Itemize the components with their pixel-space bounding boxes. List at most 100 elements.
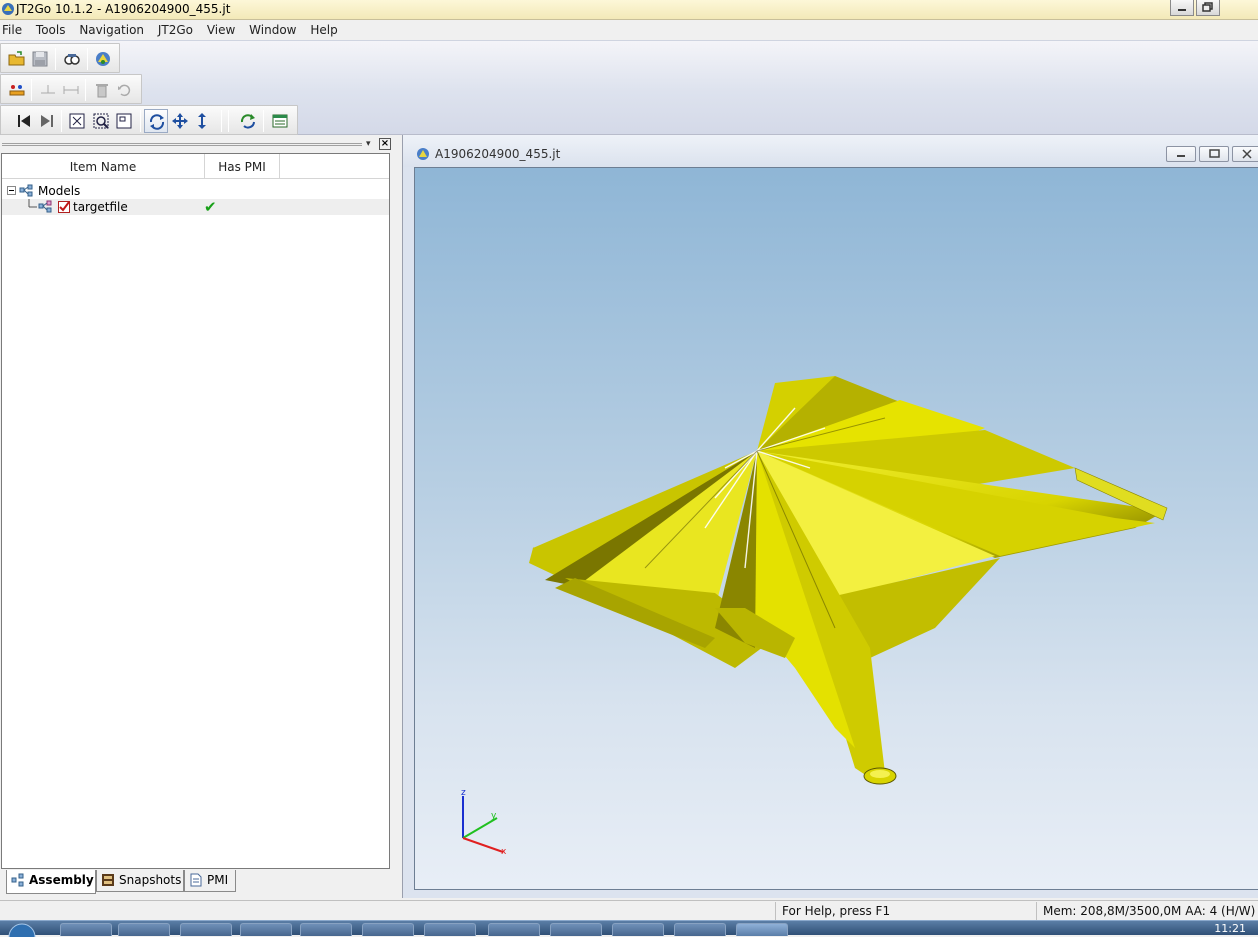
print-preview-icon[interactable] (63, 50, 81, 68)
panel-header: ▾ × (0, 137, 392, 151)
minimize-icon (1177, 155, 1185, 157)
document-title-bar: A1906204900_455.jt (403, 135, 1258, 167)
window-title: JT2Go 10.1.2 - A1906204900_455.jt (16, 2, 231, 16)
status-memory: Mem: 208,8M/3500,0M AA: 4 (H/W) (1036, 902, 1258, 920)
jt-file-icon (417, 148, 429, 160)
taskbar-explorer-button[interactable] (118, 923, 170, 936)
minimize-icon (1178, 9, 1186, 11)
axis-y-label: y (491, 811, 497, 821)
menu-bar: File Tools Navigation JT2Go View Window … (0, 20, 1258, 40)
taskbar-app-button[interactable] (550, 923, 602, 936)
menu-help[interactable]: Help (306, 20, 343, 37)
taskbar-app-button[interactable] (674, 923, 726, 936)
assembly-icon (19, 184, 33, 197)
menu-view[interactable]: View (203, 20, 241, 37)
zoom-area-icon[interactable] (92, 112, 110, 130)
has-pmi-check-icon: ✔ (204, 198, 217, 216)
part-icon (38, 200, 52, 213)
navigation-toolbar (0, 105, 298, 135)
tree-item-label: Models (38, 184, 81, 198)
assembly-tab-icon (11, 873, 24, 887)
taskbar-app-button[interactable] (300, 923, 352, 936)
panel-splitter[interactable] (392, 135, 402, 898)
tree-row-models[interactable]: Models (2, 183, 389, 199)
status-help: For Help, press F1 (775, 902, 1031, 920)
panel-menu-icon[interactable]: ▾ (366, 139, 376, 149)
refresh-icon[interactable] (239, 112, 257, 130)
minimize-button[interactable] (1170, 0, 1194, 16)
menu-navigation[interactable]: Navigation (75, 20, 150, 37)
assembly-panel: ▾ × Item Name Has PMI Models targetfile … (0, 135, 392, 898)
tab-pmi[interactable]: PMI (184, 870, 236, 892)
tab-label: Snapshots (119, 873, 182, 887)
column-has-pmi[interactable]: Has PMI (205, 154, 280, 179)
markup-toolbar (0, 74, 142, 104)
restore-button[interactable] (1196, 0, 1220, 16)
taskbar-app-button[interactable] (612, 923, 664, 936)
open-icon[interactable] (8, 50, 26, 68)
column-item-name[interactable]: Item Name (2, 154, 205, 179)
doc-restore-button[interactable] (1199, 146, 1229, 162)
restore-icon (1202, 2, 1213, 12)
dimension-linear-icon[interactable] (62, 81, 80, 99)
undo-icon[interactable] (115, 81, 133, 99)
3d-viewport[interactable]: z y x (414, 167, 1258, 890)
axis-x-label: x (501, 847, 507, 857)
document-title: A1906204900_455.jt (435, 147, 561, 161)
taskbar-app-button[interactable] (362, 923, 414, 936)
visibility-checkbox-icon[interactable] (58, 200, 72, 214)
axis-triad: z y x (461, 788, 507, 857)
taskbar-app-button[interactable] (240, 923, 292, 936)
taskbar-jt2go-button[interactable] (736, 923, 788, 936)
collapse-icon[interactable] (7, 186, 17, 196)
pan-icon[interactable] (171, 112, 189, 130)
rotate-icon (149, 114, 165, 130)
jt2go-app-icon (2, 3, 14, 15)
clock: 11:21 (1214, 922, 1246, 935)
taskbar-chrome-button[interactable] (180, 923, 232, 936)
jt2go-logo-icon[interactable] (94, 50, 112, 68)
3d-model-view: z y x (461, 376, 1168, 857)
assembly-tree[interactable]: Item Name Has PMI Models targetfile ✔ (1, 153, 390, 869)
taskbar: 11:21 (0, 920, 1258, 937)
taskbar-ie-button[interactable] (60, 923, 112, 936)
tree-row-targetfile[interactable]: targetfile ✔ (2, 199, 389, 215)
taskbar-skype-button[interactable] (424, 923, 476, 936)
taskbar-app-button[interactable] (488, 923, 540, 936)
yellow-model-shape (529, 376, 1168, 785)
toolbar-area (0, 40, 1258, 135)
doc-minimize-button[interactable] (1166, 146, 1196, 162)
save-icon[interactable] (31, 50, 49, 68)
zoom-icon[interactable] (115, 112, 133, 130)
fit-all-icon[interactable] (68, 112, 86, 130)
last-step-icon[interactable] (38, 112, 56, 130)
delete-icon[interactable] (93, 81, 111, 99)
film-icon (102, 874, 114, 886)
panel-tabs: Assembly Snapshots PMI (0, 870, 392, 896)
tab-label: Assembly (29, 873, 94, 887)
document-window: A1906204900_455.jt z y x (402, 135, 1258, 898)
panel-close-icon[interactable]: × (379, 138, 391, 150)
tree-line-icon (28, 199, 37, 208)
measure-icon[interactable] (8, 81, 26, 99)
menu-file[interactable]: File (0, 20, 28, 37)
tree-item-label: targetfile (73, 200, 128, 214)
tab-assembly[interactable]: Assembly (6, 870, 96, 894)
panel-grip[interactable] (2, 143, 362, 146)
dimension-icon[interactable] (39, 81, 57, 99)
title-bar: JT2Go 10.1.2 - A1906204900_455.jt (0, 0, 1258, 20)
properties-icon[interactable] (271, 112, 289, 130)
first-step-icon[interactable] (15, 112, 33, 130)
tab-snapshots[interactable]: Snapshots (96, 870, 184, 892)
doc-close-button[interactable] (1232, 146, 1258, 162)
status-bar: For Help, press F1 Mem: 208,8M/3500,0M A… (0, 900, 1258, 920)
menu-jt2go[interactable]: JT2Go (154, 20, 199, 37)
document-icon (190, 873, 202, 887)
menu-window[interactable]: Window (245, 20, 302, 37)
file-toolbar (0, 43, 120, 73)
close-icon (1242, 149, 1252, 159)
rotate-button[interactable] (144, 109, 168, 133)
zoom-vertical-icon[interactable] (193, 112, 211, 130)
menu-tools[interactable]: Tools (32, 20, 72, 37)
tab-label: PMI (207, 873, 229, 887)
